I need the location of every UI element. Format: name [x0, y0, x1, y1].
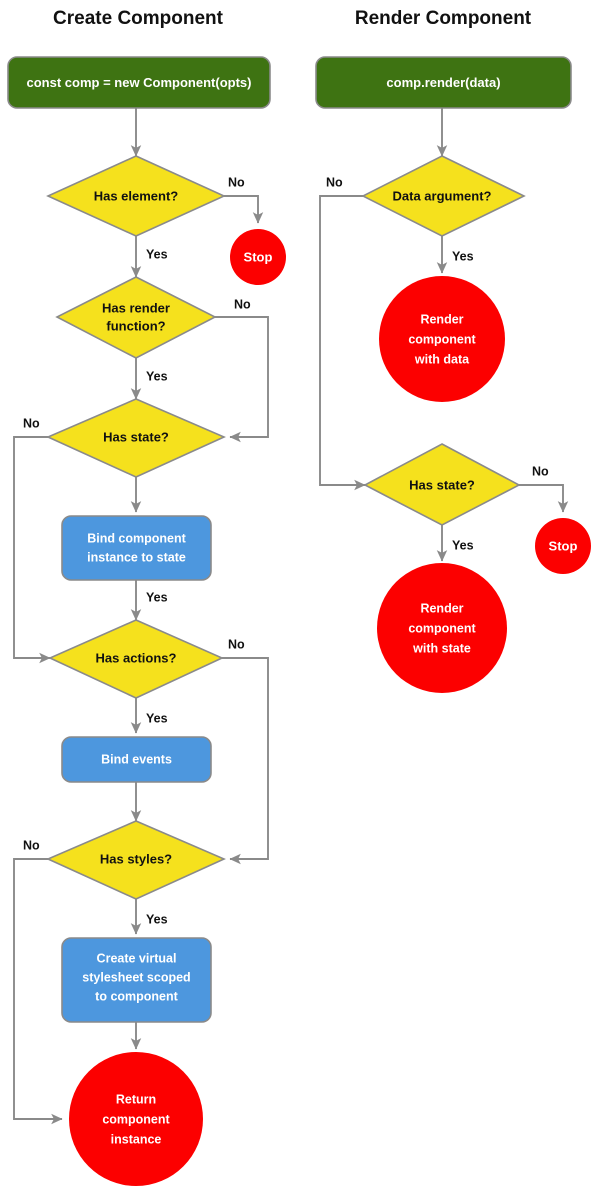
- decision-has-render-function[interactable]: Has render function?: [55, 276, 217, 359]
- terminal-render-with-data-label-line3: with data: [414, 352, 470, 366]
- edge-has-actions-no-to-has-styles: [222, 657, 269, 865]
- render-stop-label: Stop: [549, 538, 578, 553]
- decision-data-argument[interactable]: Data argument?: [361, 155, 526, 237]
- terminal-render-with-data-label-line1: Render: [420, 312, 463, 326]
- render-start-label: comp.render(data): [386, 75, 500, 90]
- process-create-virtual-stylesheet-label-line2: stylesheet scoped: [82, 970, 190, 984]
- terminal-render-with-data-label-line2: component: [408, 332, 476, 346]
- render-start-node[interactable]: comp.render(data): [315, 56, 572, 109]
- render-stop-node[interactable]: Stop: [535, 518, 591, 574]
- terminal-return-component-instance-label-line1: Return: [116, 1092, 156, 1106]
- create-start-label: const comp = new Component(opts): [27, 75, 252, 90]
- column-title-create: Create Component: [53, 8, 224, 29]
- terminal-render-with-data[interactable]: Render component with data: [379, 276, 505, 402]
- decision-data-argument-label: Data argument?: [393, 188, 492, 203]
- terminal-return-component-instance-label-line3: instance: [111, 1132, 162, 1146]
- edge-has-state-no-to-has-actions: [13, 436, 51, 664]
- process-bind-component-instance-shape: [61, 515, 212, 581]
- decision-has-state-label: Has state?: [103, 429, 169, 444]
- terminal-render-with-state-label-line1: Render: [420, 601, 463, 615]
- process-bind-component-instance-label-line2: instance to state: [87, 550, 186, 564]
- process-create-virtual-stylesheet-label-line3: to component: [95, 989, 178, 1003]
- terminal-render-with-state-label-line2: component: [408, 621, 476, 635]
- decision-has-element[interactable]: Has element?: [46, 155, 226, 237]
- edge-data-argument-no-to-has-state: [319, 195, 366, 491]
- column-title-render: Render Component: [355, 8, 532, 29]
- decision-has-state[interactable]: Has state?: [46, 398, 226, 478]
- edge-label-has-render-function-no: No: [234, 297, 251, 311]
- edge-label-has-element-yes: Yes: [146, 247, 168, 261]
- flowchart-svg: Create Component Render Component const …: [7, 8, 591, 1186]
- edge-label-has-actions-yes: Yes: [146, 711, 168, 725]
- decision-has-styles-label: Has styles?: [100, 851, 172, 866]
- edge-label-render-has-state-yes: Yes: [452, 538, 474, 552]
- flowchart-canvas: Create Component Render Component const …: [0, 0, 604, 1194]
- edge-label-has-state-no: No: [23, 416, 40, 430]
- process-bind-component-instance[interactable]: Bind component instance to state: [61, 515, 212, 581]
- terminal-render-with-state-label-line3: with state: [412, 641, 471, 655]
- edge-label-render-has-state-no: No: [532, 464, 549, 478]
- decision-render-has-state-label: Has state?: [409, 477, 475, 492]
- edge-label-has-render-function-yes: Yes: [146, 369, 168, 383]
- process-bind-events-label: Bind events: [101, 752, 172, 766]
- edge-has-element-no-to-stop: [224, 195, 264, 224]
- edge-label-has-styles-no: No: [23, 838, 40, 852]
- terminal-return-component-instance[interactable]: Return component instance: [69, 1052, 203, 1186]
- process-bind-component-instance-label-line1: Bind component: [87, 531, 186, 545]
- decision-has-styles[interactable]: Has styles?: [46, 820, 226, 900]
- process-create-virtual-stylesheet[interactable]: Create virtual stylesheet scoped to comp…: [61, 937, 212, 1023]
- decision-has-render-function-label-line1: Has render: [102, 300, 170, 315]
- create-stop-label: Stop: [244, 249, 273, 264]
- edge-label-data-argument-yes: Yes: [452, 249, 474, 263]
- edge-label-has-state-yes: Yes: [146, 590, 168, 604]
- edge-label-has-actions-no: No: [228, 637, 245, 651]
- edge-label-has-styles-yes: Yes: [146, 912, 168, 926]
- decision-has-render-function-label-line2: function?: [106, 318, 165, 333]
- decision-has-actions-label: Has actions?: [96, 650, 177, 665]
- create-start-node[interactable]: const comp = new Component(opts): [7, 56, 271, 109]
- decision-has-element-label: Has element?: [94, 188, 179, 203]
- decision-has-actions[interactable]: Has actions?: [48, 619, 224, 699]
- edge-label-data-argument-no: No: [326, 175, 343, 189]
- edge-has-render-function-no-to-has-state: [215, 316, 269, 443]
- create-stop-node[interactable]: Stop: [230, 229, 286, 285]
- process-create-virtual-stylesheet-label-line1: Create virtual: [97, 951, 177, 965]
- edge-has-styles-no-to-return-component-instance: [13, 858, 63, 1125]
- process-bind-events[interactable]: Bind events: [61, 736, 212, 783]
- edge-render-has-state-no-to-stop: [519, 484, 569, 513]
- edge-label-has-element-no: No: [228, 175, 245, 189]
- terminal-render-with-state[interactable]: Render component with state: [377, 563, 507, 693]
- decision-render-has-state[interactable]: Has state?: [363, 443, 521, 526]
- terminal-return-component-instance-label-line2: component: [102, 1112, 170, 1126]
